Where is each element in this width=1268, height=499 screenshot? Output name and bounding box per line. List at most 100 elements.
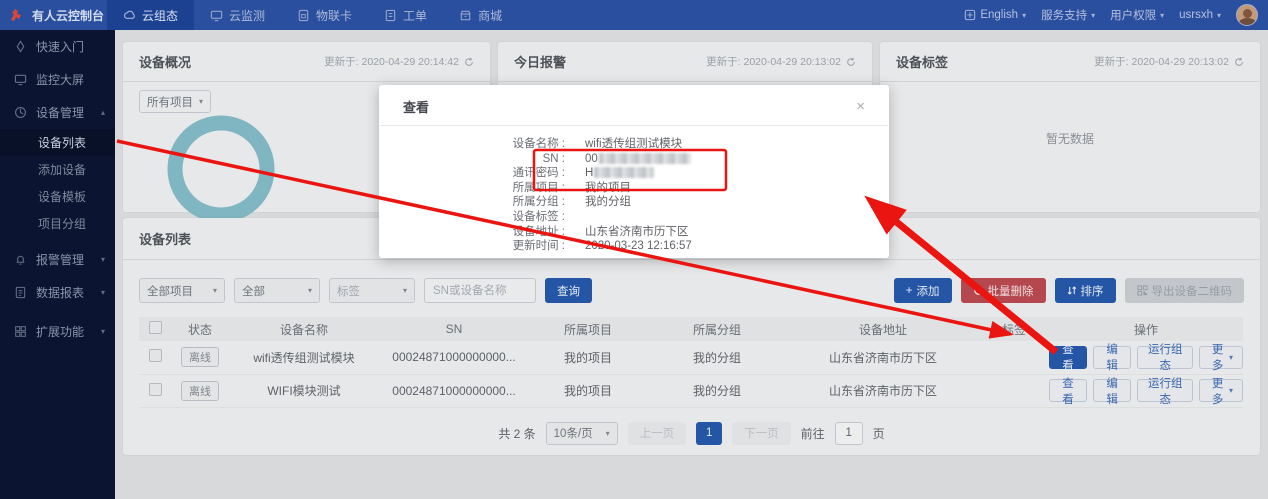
globe-icon — [964, 9, 976, 21]
username-label: usrsxh — [1179, 9, 1213, 21]
card-title: 今日报警 — [514, 52, 566, 71]
device-name: WIFI模块测试 — [229, 374, 379, 407]
username-dropdown[interactable]: usrsxh ▾ — [1179, 9, 1221, 21]
status-badge: 离线 — [181, 347, 219, 367]
run-scada-button[interactable]: 运行组态 — [1137, 346, 1193, 369]
device-project: 我的项目 — [529, 341, 647, 374]
tab-label: 云组态 — [142, 7, 178, 24]
sidebar-item-device-list[interactable]: 设备列表 — [0, 129, 115, 156]
device-project: 我的项目 — [529, 374, 647, 407]
device-name: wifi透传组测试模块 — [229, 341, 379, 374]
sidebar-subitem-label: 添加设备 — [38, 161, 86, 178]
search-input[interactable] — [424, 278, 536, 303]
field-label: 设备名称 : — [379, 137, 565, 152]
field-value: 我的项目 — [585, 181, 631, 196]
refresh-icon[interactable] — [464, 57, 474, 67]
run-scada-button[interactable]: 运行组态 — [1137, 379, 1193, 402]
field-value: 我的分组 — [585, 195, 631, 210]
sidebar-item-project-group[interactable]: 项目分组 — [0, 210, 115, 237]
project-filter-select[interactable]: 所有项目 ▾ — [139, 90, 211, 113]
chevron-down-icon: ▾ — [308, 286, 312, 295]
field-label: SN : — [379, 152, 565, 167]
refresh-circle-icon — [973, 285, 984, 296]
language-label: English — [980, 9, 1018, 21]
tab-cloud-scada[interactable]: 云组态 — [107, 0, 194, 30]
tab-mall[interactable]: 商城 — [443, 0, 518, 30]
row-checkbox[interactable] — [149, 383, 162, 396]
chevron-down-icon: ▾ — [1229, 353, 1233, 362]
col-status: 状态 — [171, 317, 229, 341]
chevron-down-icon: ▾ — [101, 327, 105, 336]
close-icon[interactable]: × — [856, 99, 865, 114]
device-address: 山东省济南市历下区 — [787, 374, 979, 407]
usr-logo-icon — [8, 7, 24, 23]
current-page-button[interactable]: 1 — [696, 422, 722, 445]
next-page-button[interactable]: 下一页 — [732, 422, 791, 445]
sidebar-subitem-label: 设备列表 — [38, 134, 86, 151]
device-tag — [979, 341, 1049, 374]
batch-delete-button[interactable]: 批量删除 — [961, 278, 1046, 303]
col-address: 设备地址 — [787, 317, 979, 341]
table-row: 离线 wifi透传组测试模块 00024871000000000... 我的项目… — [139, 341, 1243, 374]
add-device-button[interactable]: +添加 — [894, 278, 952, 303]
more-button[interactable]: 更多▾ — [1199, 346, 1243, 369]
tab-iot-card[interactable]: 物联卡 — [281, 0, 368, 30]
chevron-up-icon: ▴ — [101, 108, 105, 117]
sidebar-item-label: 扩展功能 — [36, 323, 84, 340]
plus-icon: + — [906, 285, 913, 297]
chevron-down-icon: ▾ — [101, 255, 105, 264]
field-value-masked: 00 — [585, 152, 691, 167]
header-right: English ▾ 服务支持 ▾ 用户权限 ▾ usrsxh ▾ — [964, 0, 1268, 30]
edit-button[interactable]: 编辑 — [1093, 346, 1131, 369]
screen-icon — [14, 73, 27, 86]
chevron-down-icon: ▾ — [1229, 386, 1233, 395]
filter-toolbar: 全部项目▾ 全部▾ 标签▾ 查询 +添加 批量删除 排序 导出设备二维码 — [123, 260, 1260, 313]
sidebar-item-alarm-management[interactable]: 报警管理 ▾ — [0, 243, 115, 276]
sidebar-item-extended-functions[interactable]: 扩展功能 ▾ — [0, 315, 115, 348]
filter-tag-select[interactable]: 标签▾ — [329, 278, 415, 303]
search-button[interactable]: 查询 — [545, 278, 592, 303]
user-permission-dropdown[interactable]: 用户权限 ▾ — [1110, 7, 1164, 23]
device-address: 山东省济南市历下区 — [787, 341, 979, 374]
more-button[interactable]: 更多▾ — [1199, 379, 1243, 402]
sidebar-item-device-template[interactable]: 设备模板 — [0, 183, 115, 210]
goto-page-input[interactable] — [835, 422, 863, 445]
sidebar-item-add-device[interactable]: 添加设备 — [0, 156, 115, 183]
sidebar-item-quick-start[interactable]: 快速入门 — [0, 30, 115, 63]
col-actions: 操作 — [1049, 317, 1243, 341]
sidebar-item-monitor-screen[interactable]: 监控大屏 — [0, 63, 115, 96]
cloud-icon — [123, 9, 136, 22]
sidebar-item-label: 快速入门 — [36, 38, 84, 55]
top-nav: 云组态 云监测 物联卡 工单 商城 — [107, 0, 518, 30]
bell-icon — [14, 253, 27, 266]
avatar[interactable] — [1236, 4, 1258, 26]
tab-label: 物联卡 — [316, 7, 352, 24]
pagination: 共 2 条 10条/页▾ 上一页 1 下一页 前往 页 — [123, 422, 1260, 445]
sidebar: 快速入门 监控大屏 设备管理 ▴ 设备列表 添加设备 设备模板 项目分组 报警管… — [0, 30, 115, 499]
refresh-icon[interactable] — [846, 57, 856, 67]
prev-page-button[interactable]: 上一页 — [628, 422, 687, 445]
report-icon — [14, 286, 27, 299]
page-size-select[interactable]: 10条/页▾ — [546, 422, 618, 445]
select-all-checkbox[interactable] — [149, 321, 162, 334]
sidebar-item-device-management[interactable]: 设备管理 ▴ — [0, 96, 115, 129]
service-label: 服务支持 — [1041, 7, 1087, 23]
chevron-down-icon: ▾ — [606, 429, 610, 438]
field-label: 更新时间 : — [379, 239, 565, 254]
tab-cloud-monitor[interactable]: 云监测 — [194, 0, 281, 30]
sidebar-item-data-report[interactable]: 数据报表 ▾ — [0, 276, 115, 309]
service-support-dropdown[interactable]: 服务支持 ▾ — [1041, 7, 1095, 23]
view-button[interactable]: 查看 — [1049, 379, 1087, 402]
view-button[interactable]: 查看 — [1049, 346, 1087, 369]
sort-button[interactable]: 排序 — [1055, 278, 1116, 303]
goto-suffix-label: 页 — [873, 425, 885, 442]
updated-timestamp: 更新于: 2020-04-29 20:13:02 — [706, 54, 856, 69]
edit-button[interactable]: 编辑 — [1093, 379, 1131, 402]
refresh-icon[interactable] — [1234, 57, 1244, 67]
filter-project-select[interactable]: 全部项目▾ — [139, 278, 225, 303]
language-dropdown[interactable]: English ▾ — [964, 9, 1026, 21]
row-checkbox[interactable] — [149, 349, 162, 362]
filter-status-select[interactable]: 全部▾ — [234, 278, 320, 303]
chevron-down-icon: ▾ — [403, 286, 407, 295]
tab-work-order[interactable]: 工单 — [368, 0, 443, 30]
